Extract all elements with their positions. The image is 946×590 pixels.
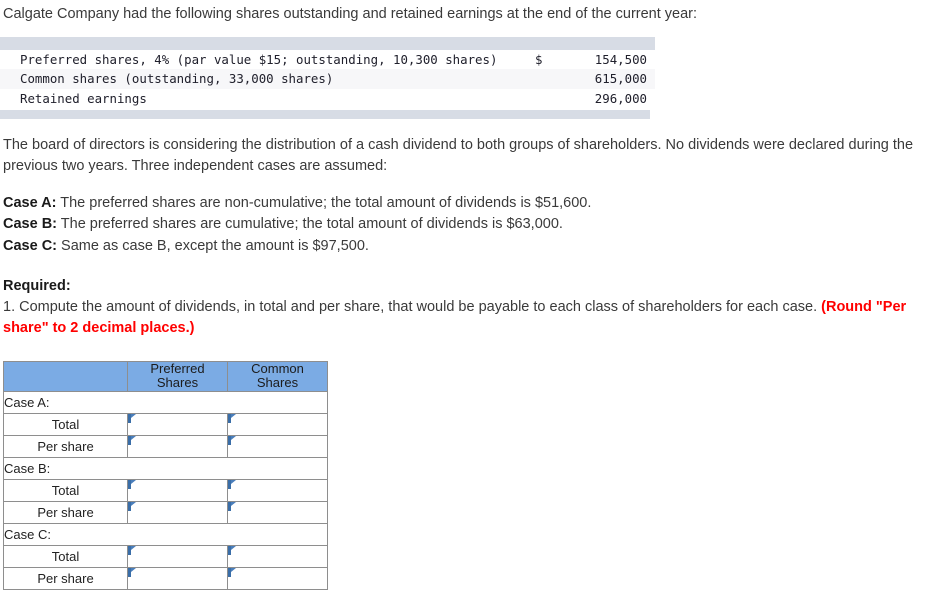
row-label-case-a-pershare: Per share [3, 434, 128, 458]
cases-list: Case A: The preferred shares are non-cum… [0, 193, 946, 258]
row-label-case-b-total: Total [3, 478, 128, 502]
input-cell-case-a-pershare-preferred[interactable] [127, 434, 228, 458]
case-b-text: The preferred shares are cumulative; the… [57, 216, 563, 233]
cell-flag-triangle-icon [131, 501, 136, 510]
table-row: Per share [3, 500, 328, 524]
table-row: Retained earnings 296,000 [0, 88, 655, 109]
header-preferred-line1: Preferred [150, 360, 205, 376]
input-cell-case-b-total-preferred[interactable] [127, 478, 228, 502]
table-row: Total [3, 478, 328, 502]
row-label-case-b-pershare: Per share [3, 500, 128, 524]
input-cell-case-c-pershare-preferred[interactable] [127, 566, 228, 590]
cell-flag-triangle-icon [131, 545, 136, 554]
header-preferred-line2: Shares [156, 375, 199, 391]
answer-table-wrapper: Preferred Shares Common Shares Case A: T… [0, 360, 946, 590]
answer-header-row: Preferred Shares Common Shares [3, 360, 328, 392]
case-line-a: Case A: The preferred shares are non-cum… [3, 193, 946, 215]
case-c-total-common-input[interactable] [228, 545, 327, 567]
row-label-case-b: Case B: [3, 456, 328, 480]
statement-currency [527, 69, 561, 89]
cell-flag-triangle-icon [231, 479, 236, 488]
statement-currency [527, 89, 561, 109]
header-common-line2: Shares [256, 375, 299, 391]
table-row: Common shares (outstanding, 33,000 share… [0, 69, 655, 89]
case-c-pershare-preferred-input[interactable] [128, 567, 227, 589]
statement-amount: 296,000 [594, 90, 647, 106]
input-cell-case-c-total-preferred[interactable] [127, 544, 228, 568]
case-b-label: Case B: [3, 216, 57, 233]
cell-flag-triangle-icon [231, 435, 236, 444]
table-row: Per share [3, 566, 328, 590]
statement-bottom-band [0, 110, 650, 120]
case-c-label: Case C: [3, 238, 57, 255]
statement-label: Common shares (outstanding, 33,000 share… [20, 71, 334, 87]
statement-currency: $ [535, 51, 543, 67]
case-b-pershare-common-input[interactable] [228, 501, 327, 523]
table-row: Per share [3, 434, 328, 458]
cell-flag-triangle-icon [231, 413, 236, 422]
required-item-text: 1. Compute the amount of dividends, in t… [3, 298, 822, 315]
answer-header-preferred: Preferred Shares [127, 360, 228, 392]
table-row: Preferred shares, 4% (par value $15; out… [0, 49, 655, 70]
case-a-pershare-preferred-input[interactable] [128, 435, 227, 457]
table-row: Case A: [3, 390, 328, 414]
row-label-case-c-total: Total [3, 544, 128, 568]
required-item: 1. Compute the amount of dividends, in t… [3, 297, 943, 339]
table-row: Case C: [3, 522, 328, 546]
cell-flag-triangle-icon [131, 435, 136, 444]
case-b-pershare-preferred-input[interactable] [128, 501, 227, 523]
table-row: Total [3, 544, 328, 568]
intro-text: Calgate Company had the following shares… [3, 6, 698, 22]
case-line-b: Case B: The preferred shares are cumulat… [3, 214, 946, 236]
cell-flag-triangle-icon [131, 567, 136, 576]
input-cell-case-b-pershare-preferred[interactable] [127, 500, 228, 524]
case-line-c: Case C: Same as case B, except the amoun… [3, 236, 946, 258]
row-label-case-a: Case A: [3, 390, 328, 414]
case-a-label: Case A: [3, 194, 57, 211]
cell-flag-triangle-icon [131, 479, 136, 488]
case-b-total-common-input[interactable] [228, 479, 327, 501]
input-cell-case-a-total-common[interactable] [227, 412, 328, 436]
row-label-case-a-total: Total [3, 412, 128, 436]
answer-table-head: Preferred Shares Common Shares [3, 360, 328, 392]
answer-header-common: Common Shares [227, 360, 328, 392]
statement-label: Preferred shares, 4% (par value $15; out… [20, 51, 498, 67]
cell-flag-triangle-icon [131, 413, 136, 422]
case-c-pershare-common-input[interactable] [228, 567, 327, 589]
input-cell-case-b-pershare-common[interactable] [227, 500, 328, 524]
financial-statement-table: Preferred shares, 4% (par value $15; out… [0, 49, 655, 109]
required-section: Required: 1. Compute the amount of divid… [0, 276, 943, 339]
financial-statement-block: Preferred shares, 4% (par value $15; out… [0, 36, 655, 120]
cell-flag-triangle-icon [231, 545, 236, 554]
row-label-case-c: Case C: [3, 522, 328, 546]
answer-table: Preferred Shares Common Shares Case A: T… [3, 360, 328, 590]
statement-top-band [0, 36, 655, 50]
statement-amount: 615,000 [594, 71, 647, 87]
header-common-line1: Common [251, 360, 304, 376]
row-label-case-c-pershare: Per share [3, 566, 128, 590]
case-a-pershare-common-input[interactable] [228, 435, 327, 457]
input-cell-case-a-pershare-common[interactable] [227, 434, 328, 458]
table-row: Total [3, 412, 328, 436]
case-c-text: Same as case B, except the amount is $97… [57, 238, 369, 255]
table-row: Case B: [3, 456, 328, 480]
input-cell-case-c-total-common[interactable] [227, 544, 328, 568]
cell-flag-triangle-icon [231, 501, 236, 510]
case-c-total-preferred-input[interactable] [128, 545, 227, 567]
case-a-text: The preferred shares are non-cumulative;… [56, 194, 592, 211]
required-heading: Required: [3, 277, 71, 294]
input-cell-case-c-pershare-common[interactable] [227, 566, 328, 590]
question-page: Calgate Company had the following shares… [0, 0, 946, 590]
statement-amount: 154,500 [594, 51, 647, 67]
case-a-total-preferred-input[interactable] [128, 413, 227, 435]
answer-table-body: Case A: Total Per share Case B: Total Pe… [3, 390, 328, 590]
answer-header-blank [3, 360, 128, 392]
board-paragraph: The board of directors is considering th… [3, 137, 914, 174]
statement-label: Retained earnings [20, 90, 147, 106]
cell-flag-triangle-icon [231, 567, 236, 576]
case-a-total-common-input[interactable] [228, 413, 327, 435]
input-cell-case-b-total-common[interactable] [227, 478, 328, 502]
input-cell-case-a-total-preferred[interactable] [127, 412, 228, 436]
case-b-total-preferred-input[interactable] [128, 479, 227, 501]
